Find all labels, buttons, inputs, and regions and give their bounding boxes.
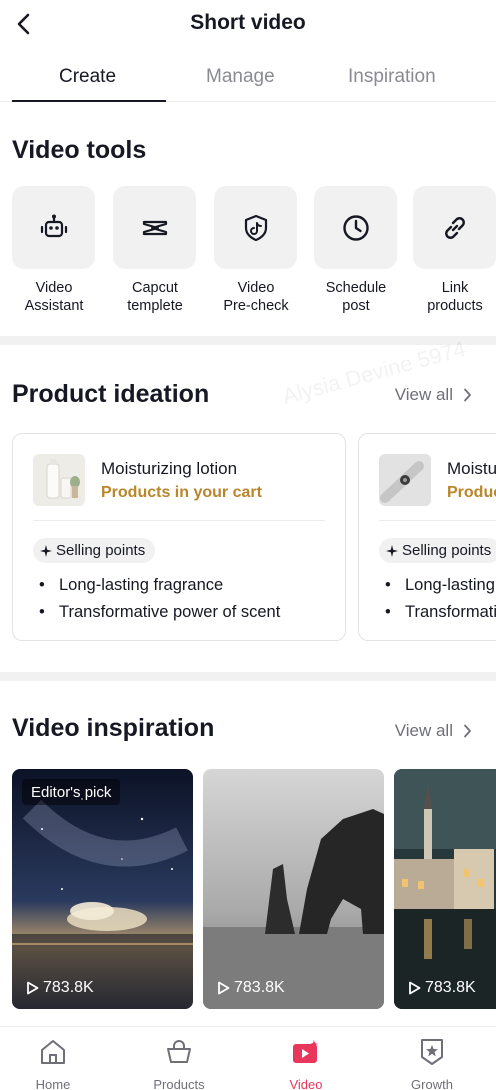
tab-inspiration[interactable]: Inspiration [348, 66, 436, 88]
tool-capcut-template[interactable]: Capcut templete [113, 186, 197, 315]
night-sky-image [12, 769, 193, 1009]
product-card[interactable]: Moisturizing lotion Products in your car… [358, 433, 496, 641]
product-thumbnail [33, 454, 85, 506]
active-tab-indicator [12, 100, 166, 102]
play-icon [27, 981, 39, 995]
selling-points-list: Long-lasting fragrance Transformative po… [385, 572, 496, 626]
nav-growth[interactable]: Growth [387, 1035, 477, 1090]
nav-video[interactable]: Video [261, 1035, 351, 1090]
video-tools-title: Video tools [12, 136, 147, 164]
tool-schedule-post[interactable]: Schedule post [314, 186, 398, 315]
video-tools-row: Video Assistant Capcut templete Video Pre-c… [12, 186, 496, 326]
view-count: 783.8K [26, 979, 94, 997]
home-icon [41, 1040, 65, 1064]
section-divider [0, 336, 496, 345]
link-icon [444, 216, 465, 239]
video-inspiration-title: Video inspiration [12, 714, 215, 742]
nav-home[interactable]: Home [8, 1035, 98, 1090]
chevron-right-icon [464, 724, 471, 738]
play-icon [409, 981, 421, 995]
video-thumbnail[interactable]: 783.8K [203, 769, 384, 1009]
editors-pick-badge: Editor's pick [22, 779, 121, 805]
tool-video-precheck[interactable]: Video Pre-check [214, 186, 298, 315]
video-inspiration-view-all[interactable]: View all [395, 721, 472, 741]
video-inspiration-row: Editor's pick 783.8K 783.8K 783.8K [12, 769, 496, 1009]
sea-arch-image [203, 769, 384, 1009]
header: Short video [0, 0, 496, 48]
page-title: Short video [190, 11, 306, 34]
bottom-nav: Home Products Video Growth [0, 1026, 496, 1090]
tool-video-assistant[interactable]: Video Assistant [12, 186, 96, 315]
growth-badge-icon [421, 1039, 443, 1065]
sparkle-icon [386, 544, 398, 557]
view-count: 783.8K [408, 979, 476, 997]
shopping-bag-icon [167, 1040, 191, 1063]
lakeside-village-image [394, 769, 496, 1009]
section-divider [0, 672, 496, 681]
product-ideation-view-all[interactable]: View all [395, 385, 472, 405]
tool-link-products[interactable]: Link products [413, 186, 496, 315]
video-icon [293, 1040, 318, 1063]
shield-tiktok-icon [244, 214, 267, 241]
nav-products[interactable]: Products [134, 1035, 224, 1090]
tab-bar: Create Manage Inspiration [0, 56, 496, 102]
robot-icon [40, 214, 67, 237]
view-count: 783.8K [217, 979, 285, 997]
clock-icon [342, 214, 369, 241]
product-thumbnail [379, 454, 431, 506]
selling-points-badge: Selling points [33, 538, 156, 563]
video-thumbnail[interactable]: Editor's pick 783.8K [12, 769, 193, 1009]
chevron-right-icon [464, 388, 471, 402]
play-icon [218, 981, 230, 995]
video-thumbnail[interactable]: 783.8K [394, 769, 496, 1009]
product-ideation-title: Product ideation [12, 380, 210, 408]
product-card[interactable]: Moisturizing lotion Products in your car… [12, 433, 346, 641]
capcut-icon [142, 220, 167, 235]
selling-points-list: Long-lasting fragrance Transformative po… [39, 572, 280, 626]
product-ideation-cards: Moisturizing lotion Products in your car… [12, 433, 496, 643]
tab-manage[interactable]: Manage [206, 66, 275, 88]
selling-points-badge: Selling points [379, 538, 496, 563]
sparkle-icon [40, 544, 52, 557]
tab-create[interactable]: Create [59, 66, 116, 88]
